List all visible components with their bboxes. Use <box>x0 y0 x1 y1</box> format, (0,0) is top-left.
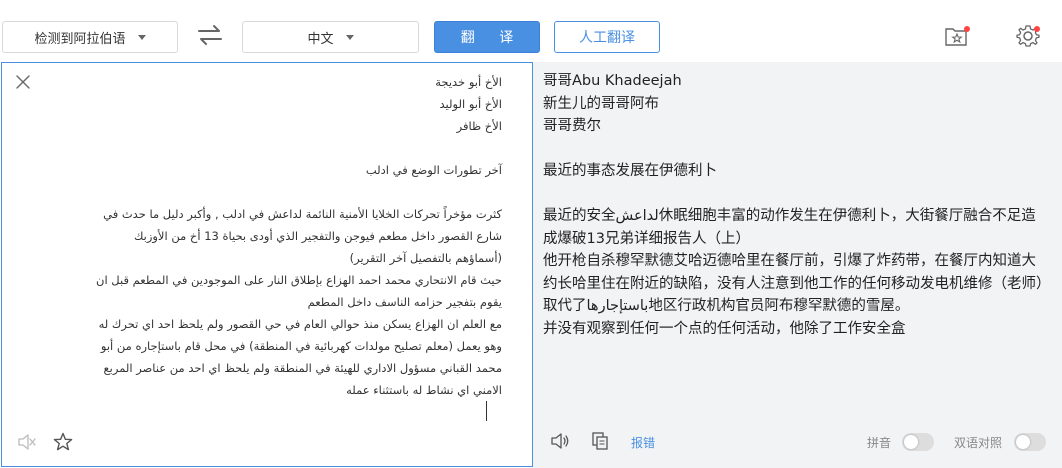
star-icon[interactable] <box>52 431 74 453</box>
translation-line: 哥哥费尔 <box>543 118 601 134</box>
source-language-select[interactable]: 检测到阿拉伯语 <box>2 21 178 53</box>
human-translate-button[interactable]: 人工翻译 <box>554 21 660 53</box>
pinyin-label: 拼音 <box>867 436 892 450</box>
source-line: الامني اي نشاط له باستثناء عمله <box>346 383 502 397</box>
bilingual-label: 双语对照 <box>954 436 1003 450</box>
source-line: شارع القصور داخل مطعم فيوجن والتفجير الذ… <box>133 229 502 243</box>
report-error-link[interactable]: 报错 <box>631 434 655 451</box>
source-line <box>42 137 502 159</box>
source-language-label: 检测到阿拉伯语 <box>34 31 126 47</box>
source-line: محمد القباني مسؤول الاداري للهيئة في الم… <box>103 361 502 375</box>
source-line: كثرت مؤخراً تحركات الخلايا الأمنية النائ… <box>103 207 502 221</box>
translation-panel: 哥哥Abu Khadeejah 新生儿的哥哥阿布 哥哥费尔 最近的事态发展在伊德… <box>533 62 1062 468</box>
swap-languages-icon[interactable] <box>196 23 224 47</box>
toggle-knob <box>1016 435 1030 449</box>
source-line: الأخ ظافر <box>456 119 502 133</box>
source-line <box>42 181 502 203</box>
pinyin-toggle[interactable] <box>902 433 934 451</box>
source-line: مع العلم ان الهزاع يسكن منذ حوالي العام … <box>98 317 502 331</box>
source-text[interactable]: الأخ أبو خديجة الأخ أبو الوليد الأخ ظافر… <box>42 71 502 401</box>
chevron-down-icon <box>137 34 146 40</box>
source-line: آخر تطورات الوضع في ادلب <box>365 163 502 177</box>
source-line: الأخ أبو خديجة <box>435 75 502 89</box>
speaker-muted-icon[interactable] <box>16 431 38 453</box>
translation-line: 最近的安全لداعش休眠细胞丰富的动作发生在伊德利卜，大街餐厅融合不足造成爆破1… <box>543 208 1036 247</box>
translation-line: 新生儿的哥哥阿布 <box>543 95 659 112</box>
translation-text: 哥哥Abu Khadeejah 新生儿的哥哥阿布 哥哥费尔 最近的事态发展在伊德… <box>543 70 1048 340</box>
toggle-knob <box>904 435 918 449</box>
translation-line: 最近的事态发展在伊德利卜 <box>543 163 717 179</box>
text-cursor <box>486 401 487 421</box>
translation-toolbar: 报错 拼音 双语对照 <box>533 428 1062 456</box>
translation-line <box>543 183 1048 206</box>
translate-button[interactable]: 翻 译 <box>434 21 540 53</box>
toolbar: 检测到阿拉伯语 中文 翻 译 人工翻译 <box>0 0 1062 62</box>
notification-dot <box>1034 26 1040 32</box>
notification-dot <box>964 26 970 32</box>
source-line: وهو يعمل (معلم تصليح مولدات كهربائية في … <box>100 339 502 353</box>
source-text-panel[interactable]: الأخ أبو خديجة الأخ أبو الوليد الأخ ظافر… <box>1 62 533 467</box>
target-language-label: 中文 <box>307 31 334 47</box>
bilingual-toggle[interactable] <box>1014 433 1046 451</box>
source-line: يقوم بتفجير حزامه الناسف داخل المطعم <box>307 295 502 309</box>
chevron-down-icon <box>345 34 354 40</box>
translation-line: 哥哥Abu Khadeejah <box>543 73 682 89</box>
source-line: (أسماؤهم بالتفصيل آخر التقرير) <box>349 251 502 265</box>
source-line: حيث قام الانتحاري محمد احمد الهزاع بإطلا… <box>96 273 502 287</box>
target-language-select[interactable]: 中文 <box>242 21 419 53</box>
translation-line: 并没有观察到任何一个点的任何活动，他除了工作安全盒 <box>543 320 906 337</box>
close-icon[interactable] <box>14 73 32 91</box>
translation-line: 他开枪自杀穆罕默德艾哈迈德哈里在餐厅前，引爆了炸药带，在餐厅内知道大约长哈里住在… <box>543 253 1044 314</box>
copy-icon[interactable] <box>589 430 611 452</box>
source-line: الأخ أبو الوليد <box>439 97 502 111</box>
speaker-icon[interactable] <box>549 430 571 452</box>
translation-line <box>543 138 1048 161</box>
